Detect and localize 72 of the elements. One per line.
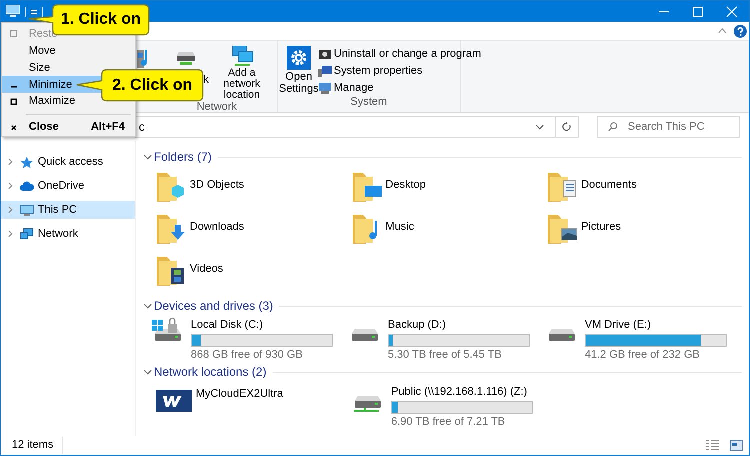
drive-name[interactable]: Local Disk (C:) (191, 319, 333, 332)
nav-item[interactable]: Network (1, 225, 135, 243)
address-text: c (139, 120, 145, 134)
nav-item[interactable]: Quick access (1, 153, 135, 171)
folder-name[interactable]: Documents (581, 177, 637, 194)
ribbon-button[interactable]: Add a network location (210, 46, 274, 101)
toolbar-icon[interactable] (24, 6, 44, 16)
close-icon[interactable] (726, 6, 738, 18)
drive-name[interactable]: VM Drive (E:) (585, 319, 727, 332)
drive-icon[interactable] (177, 49, 195, 65)
folder-name[interactable]: Pictures (581, 219, 622, 236)
ribbon-button[interactable]: Uninstall or change a program (318, 46, 482, 62)
group-label: System (350, 96, 388, 110)
refresh-icon[interactable] (562, 122, 572, 132)
chevron-right-icon[interactable] (8, 230, 13, 238)
folder-name[interactable]: 3D Objects (190, 177, 244, 194)
section-header[interactable]: Devices and drives (3) (154, 297, 274, 315)
chevron-down-icon[interactable] (144, 304, 152, 308)
menu-item-icon (10, 30, 18, 38)
folder-icon[interactable] (546, 170, 578, 204)
tiles-view-icon[interactable] (730, 440, 743, 451)
details-view-icon[interactable] (706, 440, 719, 451)
search-field[interactable]: Search This PC (597, 116, 740, 138)
folder-name[interactable]: Music (386, 219, 414, 236)
search-icon (608, 122, 618, 132)
computer-icon (318, 81, 332, 95)
folder-icon[interactable] (546, 212, 578, 246)
device-name[interactable]: MyCloudEX2Ultra (196, 386, 284, 402)
camera-icon (318, 47, 332, 61)
drive-name[interactable]: Backup (D:) (388, 319, 530, 332)
ribbon-button[interactable]: System properties (318, 63, 482, 79)
folder-name[interactable]: Videos (190, 261, 224, 278)
menu-item-icon (10, 124, 18, 132)
section-header[interactable]: Folders (7) (154, 148, 212, 166)
callout-tooltip: 2. Click on (75, 69, 205, 103)
ribbon-button[interactable]: k (204, 73, 210, 87)
nav-item[interactable]: OneDrive (1, 177, 135, 195)
media-icon[interactable] (137, 48, 149, 70)
chevron-right-icon[interactable] (8, 182, 13, 190)
maximize-icon[interactable] (692, 6, 704, 18)
address-bar[interactable]: c (135, 116, 579, 138)
menu-item[interactable]: Move (2, 42, 135, 60)
network-icon (20, 228, 34, 240)
chevron-right-icon[interactable] (8, 158, 13, 166)
section-header[interactable]: Network locations (2) (154, 363, 267, 381)
group-label: Network (196, 101, 238, 115)
computer-icon (318, 64, 332, 78)
chevron-up-icon[interactable] (718, 28, 727, 34)
cloud-icon (20, 180, 34, 192)
chevron-down-icon[interactable] (144, 154, 152, 160)
free-space-text: 41.2 GB free of 232 GB (585, 349, 701, 362)
star-icon (20, 156, 34, 168)
chevron-right-icon[interactable] (8, 206, 13, 214)
folder-icon[interactable] (155, 254, 187, 288)
free-space-text: 5.30 TB free of 5.45 TB (388, 349, 503, 362)
logo-icon[interactable] (156, 390, 192, 412)
status-text: 12 items (12, 437, 63, 454)
folder-name[interactable]: Downloads (190, 219, 244, 236)
gear-icon (287, 46, 311, 70)
drive-name[interactable]: Public (\\192.168.1.116) (Z:) (391, 386, 534, 399)
dropdown-icon[interactable] (536, 124, 544, 130)
network-icon (230, 46, 254, 66)
computer-icon[interactable] (6, 5, 20, 18)
computer-icon (20, 204, 34, 216)
nav-item[interactable]: This PC (1, 201, 135, 219)
free-space-text: 868 GB free of 930 GB (191, 349, 304, 362)
chevron-down-icon[interactable] (144, 370, 152, 374)
ribbon-button[interactable]: Manage (318, 80, 482, 96)
free-space-text: 6.90 TB free of 7.21 TB (391, 416, 506, 429)
help-icon[interactable] (734, 24, 747, 38)
folder-name[interactable]: Desktop (386, 177, 426, 194)
menu-item[interactable]: Close Alt+F4 (2, 119, 135, 136)
